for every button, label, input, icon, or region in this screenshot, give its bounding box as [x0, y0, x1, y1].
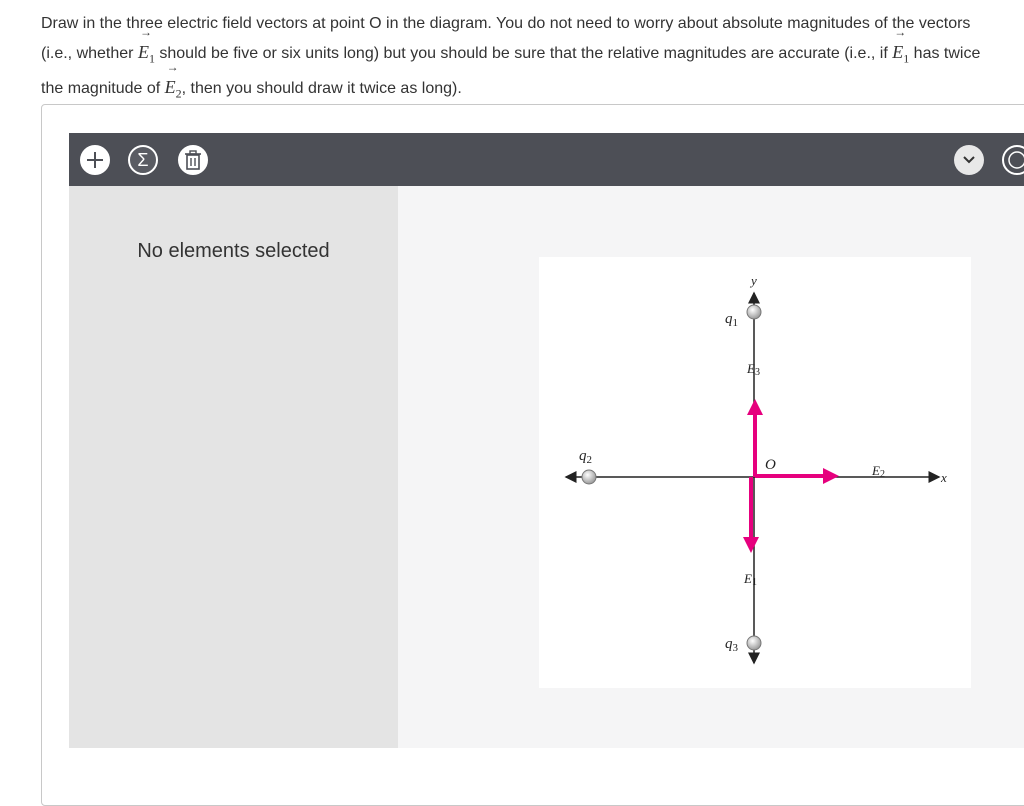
expand-toolbar-button[interactable] — [954, 145, 984, 175]
q3-label: q3 — [725, 636, 739, 654]
sum-vectors-button[interactable]: Σ — [128, 145, 158, 175]
origin-label: O — [765, 457, 776, 473]
instructions-part4: , then you should draw it twice as long)… — [181, 79, 462, 97]
no-selection-message: No elements selected — [137, 240, 330, 262]
chevron-down-icon — [963, 156, 975, 164]
vector-e1[interactable] — [743, 477, 759, 553]
y-axis-label: y — [749, 273, 757, 288]
diagram-svg: y x O q1 q2 q3 E3 E2 E1 — [564, 273, 947, 665]
properties-sidebar: No elements selected — [69, 186, 398, 748]
drawing-toolbar: Σ — [69, 133, 1024, 186]
charge-q3[interactable] — [746, 635, 762, 651]
plus-icon — [87, 152, 103, 168]
circle-icon — [1008, 151, 1024, 169]
e2-label: E2 — [871, 463, 885, 480]
reset-button[interactable] — [1002, 145, 1024, 175]
q2-label: q2 — [579, 448, 592, 466]
charge-q2[interactable] — [581, 469, 597, 485]
charge-diagram[interactable]: y x O q1 q2 q3 E3 E2 E1 — [539, 257, 971, 688]
q1-label: q1 — [725, 311, 738, 329]
e1-label: E1 — [743, 571, 757, 588]
vector-e2-inline: → E2 — [164, 59, 182, 101]
instructions-part2: should be five or six units long) but yo… — [154, 45, 893, 62]
vector-e1-inline-2: → E1 — [892, 25, 910, 66]
vector-e3[interactable] — [747, 399, 763, 477]
vector-e1-inline: → E1 — [137, 25, 155, 66]
x-axis-label: x — [940, 470, 947, 485]
add-element-button[interactable] — [80, 145, 110, 175]
charge-q1[interactable] — [746, 304, 762, 320]
e3-label: E3 — [746, 361, 760, 378]
sigma-icon: Σ — [137, 149, 149, 170]
instructions-text: Draw in the three electric field vectors… — [41, 10, 991, 107]
trash-icon — [185, 150, 201, 170]
delete-element-button[interactable] — [178, 145, 208, 175]
